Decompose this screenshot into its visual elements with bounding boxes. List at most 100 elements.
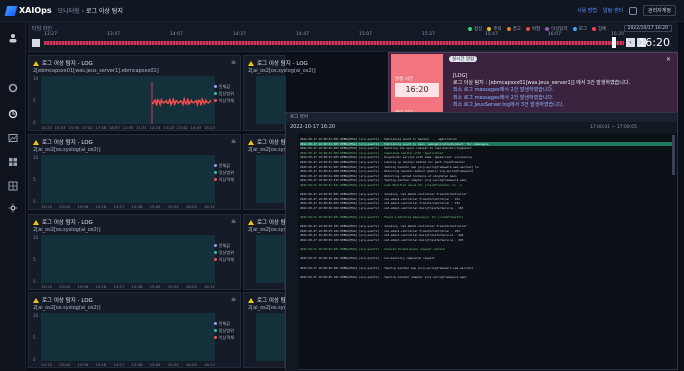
warning-icon: [248, 60, 254, 66]
timeline-tick: 13:27: [44, 32, 57, 37]
panel-chart[interactable]: [256, 155, 286, 203]
panel-chart[interactable]: [256, 235, 286, 283]
x-tick: 15:18: [95, 204, 107, 209]
log-anomaly-panel-partial[interactable]: 로그 이상 탐지 - LOG 2[ai_os2[os.syslog(ai_os2…: [243, 214, 316, 290]
x-tick: 15:23: [203, 125, 215, 130]
y-tick: 0: [33, 279, 36, 284]
timeline-handle[interactable]: [612, 37, 616, 48]
table-icon[interactable]: [8, 176, 18, 191]
timeline-tick: 14:27: [233, 32, 246, 37]
warning-icon: [248, 297, 254, 303]
close-icon[interactable]: ✕: [666, 56, 671, 63]
y-tick: 10: [33, 155, 39, 160]
x-tick: 18:57: [108, 125, 120, 130]
x-tick: 15:45: [149, 362, 161, 367]
breadcrumb-page: 로그 이상 탐지: [85, 8, 123, 15]
panel-title: 로그 이상 탐지 - LOG: [248, 59, 308, 67]
log-viewer: 로그 뷰어 2022-10-17 16:20 17:00:01 ~ 17:00:…: [285, 112, 678, 371]
y-tick: 5: [33, 335, 36, 340]
panel-menu-icon[interactable]: ≡: [231, 218, 236, 225]
panel-chart[interactable]: [41, 76, 215, 124]
anomaly-line: [152, 96, 212, 108]
breadcrumb-section[interactable]: 모니터링: [58, 8, 80, 15]
legend-normal-range: 정상범위: [213, 169, 234, 176]
x-tick: 16:12: [203, 362, 215, 367]
help-link[interactable]: 사용 방법: [577, 7, 597, 14]
x-tick: 11:05: [122, 125, 134, 130]
screen-icon[interactable]: [628, 6, 637, 15]
legend-total: 전체값: [213, 83, 234, 90]
warning-icon: [33, 139, 39, 145]
log-anomaly-panel[interactable]: 로그 이상 탐지 - LOG 2[ai_os2[os.syslog(ai_os2…: [28, 292, 241, 368]
panel-chart[interactable]: [256, 313, 286, 361]
timeline-tick: 15:47: [485, 32, 498, 37]
logo-mark-icon: [4, 5, 18, 16]
live-alarm-badge: 실시간 알람: [449, 56, 478, 62]
x-tick: 14:15: [41, 204, 52, 209]
log-anomaly-panel-partial[interactable]: 로그 이상 탐지 - LOG 2[ai_os2[os.syslog(ai_os2…: [243, 134, 316, 210]
timeline-tick: 13:47: [107, 32, 120, 37]
settings-gear-icon[interactable]: [8, 198, 18, 213]
panel-subtitle: 2[ai_os2[os.syslog(ai_os2)]: [33, 305, 101, 311]
warning-icon: [248, 219, 254, 225]
logo-text: XAIOps: [19, 6, 52, 15]
x-tick: 14:15: [41, 362, 52, 367]
panel-menu-icon[interactable]: ≡: [231, 138, 236, 145]
x-tick: 15:00: [59, 362, 71, 367]
x-tick: 15:36: [131, 362, 143, 367]
panel-title: 로그 이상 탐지 - LOG: [33, 138, 93, 146]
y-tick: 0: [33, 357, 36, 362]
warning-icon: [33, 219, 39, 225]
panel-chart[interactable]: [256, 76, 286, 124]
x-axis: 14:15 15:00 15:06 15:18 15:27 15:36 15:45 15:54…: [41, 284, 215, 289]
log-anomaly-panel[interactable]: 로그 이상 탐지 - LOG 2[ai_os2[os.syslog(ai_os2…: [28, 214, 241, 290]
log-anomaly-panel[interactable]: 로그 이상 탐지 - LOG 2[ebmcapsxx01[was.jeus_se…: [28, 55, 241, 131]
log-lines[interactable]: 2022-09-27 16:00:01.001 DEBUG[MSG] [org.…: [300, 137, 672, 279]
popup-header: 실시간 알람: [449, 56, 478, 62]
play-button[interactable]: [32, 39, 40, 47]
image-icon[interactable]: [8, 128, 18, 142]
donut-chart-icon[interactable]: [8, 78, 18, 93]
x-tick: 14:23: [41, 125, 52, 130]
timeline-bar: 타임 라인 정상 주의 경고 위험 이상탐지 로그 장애 2022/10/17 …: [28, 22, 678, 52]
panel-subtitle: 2[ai_os2[os.syslog(ai_os2)]: [33, 227, 101, 233]
panel-subtitle: 2[ai_os2[os.syslog(ai_os2)]: [248, 68, 316, 74]
alarm-time-label: 발생 시간: [395, 77, 413, 82]
user-menu[interactable]: 관리자계정: [642, 5, 676, 16]
y-tick: 10: [33, 313, 39, 318]
grid-icon[interactable]: [8, 152, 18, 166]
timestamp-display[interactable]: 2022/10/17 16:20: [623, 25, 672, 32]
panel-menu-icon[interactable]: ≡: [231, 59, 236, 66]
x-tick: 15:45: [149, 204, 161, 209]
timeline-tick: 16:07: [548, 32, 561, 37]
timeline-tick: 15:27: [422, 32, 435, 37]
legend-anomaly-object: 이상객체: [213, 176, 234, 183]
timeline-tick: 15:07: [359, 32, 372, 37]
x-tick: 17:48: [95, 125, 107, 130]
prev-button[interactable]: ‹: [626, 38, 635, 47]
timeline-label: 타임 라인: [32, 26, 52, 32]
top-actions: 사용 방법 알림 센터 관리자계정: [577, 5, 676, 16]
alert-center-link[interactable]: 알림 센터: [603, 7, 623, 14]
x-tick: 16:12: [203, 284, 215, 289]
message-line: 최소 로그 messages에서 2건 발생하였습니다.: [453, 94, 554, 101]
x-tick: 15:18: [95, 362, 107, 367]
log-anomaly-panel-partial[interactable]: 로그 이상 탐지 - LOG 2[ai_os2[os.syslog(ai_os2…: [243, 55, 316, 131]
user-icon[interactable]: [8, 28, 18, 43]
logo[interactable]: XAIOps: [4, 5, 52, 16]
panel-chart[interactable]: [41, 235, 215, 283]
log-anomaly-panel-partial[interactable]: 로그 이상 탐지 - LOG 2[ai_os2[os.syslog(ai_os2…: [243, 292, 316, 368]
panel-chart[interactable]: [41, 155, 215, 203]
log-line[interactable]: 2022-09-27 16:00:05.101 DEBUG[MSG] [org.…: [300, 275, 672, 280]
panel-title: 로그 이상 탐지 - LOG: [33, 296, 93, 304]
log-anomaly-panel[interactable]: 로그 이상 탐지 - LOG 2[ai_os2[os.syslog(ai_os2…: [28, 134, 241, 210]
panel-menu-icon[interactable]: ≡: [231, 296, 236, 303]
log-scrollbar[interactable]: [672, 135, 675, 175]
log-gutter: [286, 133, 298, 371]
x-tick: 11:31: [136, 125, 147, 130]
panel-chart[interactable]: [41, 313, 215, 361]
x-tick: 12:24: [149, 125, 161, 130]
timeline-track[interactable]: [44, 41, 624, 45]
x-tick: 17:42: [81, 125, 93, 130]
panel-title: 로그 이상 탐지 - LOG: [33, 218, 93, 226]
